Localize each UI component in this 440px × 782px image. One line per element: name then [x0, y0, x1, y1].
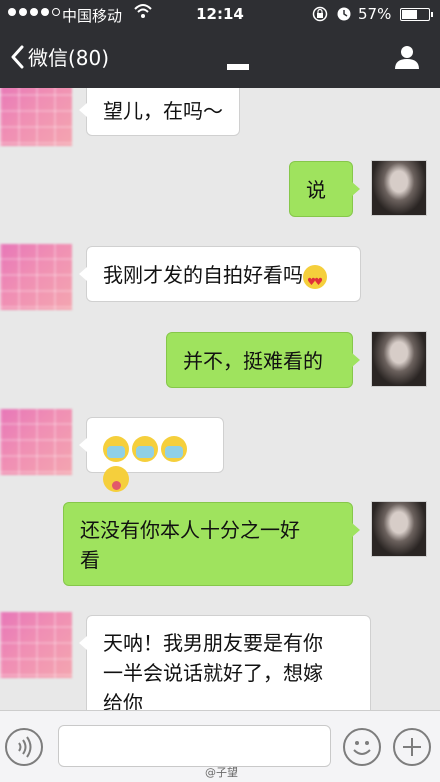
chat-area[interactable]: 望儿，在吗～ 说 我刚才发的自拍好看吗 并不，挺难看的 还没有你本人十分之一好 …	[0, 88, 440, 710]
back-label: 微信(80)	[28, 46, 110, 70]
crying-emoji	[132, 435, 158, 462]
message-text: 说	[306, 178, 326, 202]
message-bubble-outgoing[interactable]: 说	[289, 161, 360, 217]
message-bubble-outgoing[interactable]: 并不，挺难看的	[166, 332, 360, 388]
message-text: 望儿，在吗～	[103, 99, 223, 123]
top-bar: 中国移动 12:14 57% 微信(80)	[0, 0, 440, 88]
my-avatar[interactable]	[371, 501, 427, 557]
title-placeholder	[227, 64, 249, 70]
rotation-lock-icon	[312, 6, 328, 26]
battery-icon	[400, 8, 433, 21]
my-avatar[interactable]	[371, 160, 427, 216]
smiley-icon[interactable]	[343, 728, 381, 766]
message-bubble-incoming[interactable]	[79, 417, 224, 492]
battery-percent: 57%	[358, 5, 392, 23]
contact-avatar[interactable]	[0, 409, 72, 475]
message-bubble-incoming[interactable]: 天呐！我男朋友要是有你 一半会说话就好了，想嫁 给你	[79, 615, 371, 710]
message-text-line: 还没有你本人十分之一好	[80, 518, 300, 542]
message-text-line: 给你	[103, 691, 143, 710]
heart-eyes-emoji	[303, 264, 327, 298]
alarm-icon	[336, 6, 352, 26]
message-text-line: 天呐！我男朋友要是有你	[103, 631, 323, 655]
message-bubble-incoming[interactable]: 我刚才发的自拍好看吗	[79, 246, 361, 302]
contact-avatar[interactable]	[0, 88, 72, 146]
person-icon[interactable]	[394, 44, 420, 74]
tongue-emoji	[103, 465, 129, 492]
message-text: 并不，挺难看的	[183, 349, 323, 373]
back-button[interactable]: 微信(80)	[10, 42, 109, 71]
contact-avatar[interactable]	[0, 612, 72, 678]
voice-icon[interactable]	[5, 728, 43, 766]
my-avatar[interactable]	[371, 331, 427, 387]
nav-bar: 微信(80)	[0, 30, 440, 88]
plus-icon[interactable]	[393, 728, 431, 766]
input-bar: @子望	[0, 710, 440, 782]
watermark: @子望	[205, 766, 238, 779]
status-bar: 中国移动 12:14 57%	[0, 0, 440, 30]
crying-emoji	[161, 435, 187, 462]
message-bubble-incoming[interactable]: 望儿，在吗～	[79, 88, 240, 136]
contact-avatar[interactable]	[0, 244, 72, 310]
message-text: 我刚才发的自拍好看吗	[103, 263, 303, 287]
message-input[interactable]	[58, 725, 331, 767]
crying-emoji	[103, 435, 129, 462]
chevron-left-icon	[11, 45, 24, 68]
message-text-line: 看	[80, 548, 100, 572]
message-text-line: 一半会说话就好了，想嫁	[103, 661, 323, 685]
message-bubble-outgoing[interactable]: 还没有你本人十分之一好 看	[63, 502, 360, 586]
